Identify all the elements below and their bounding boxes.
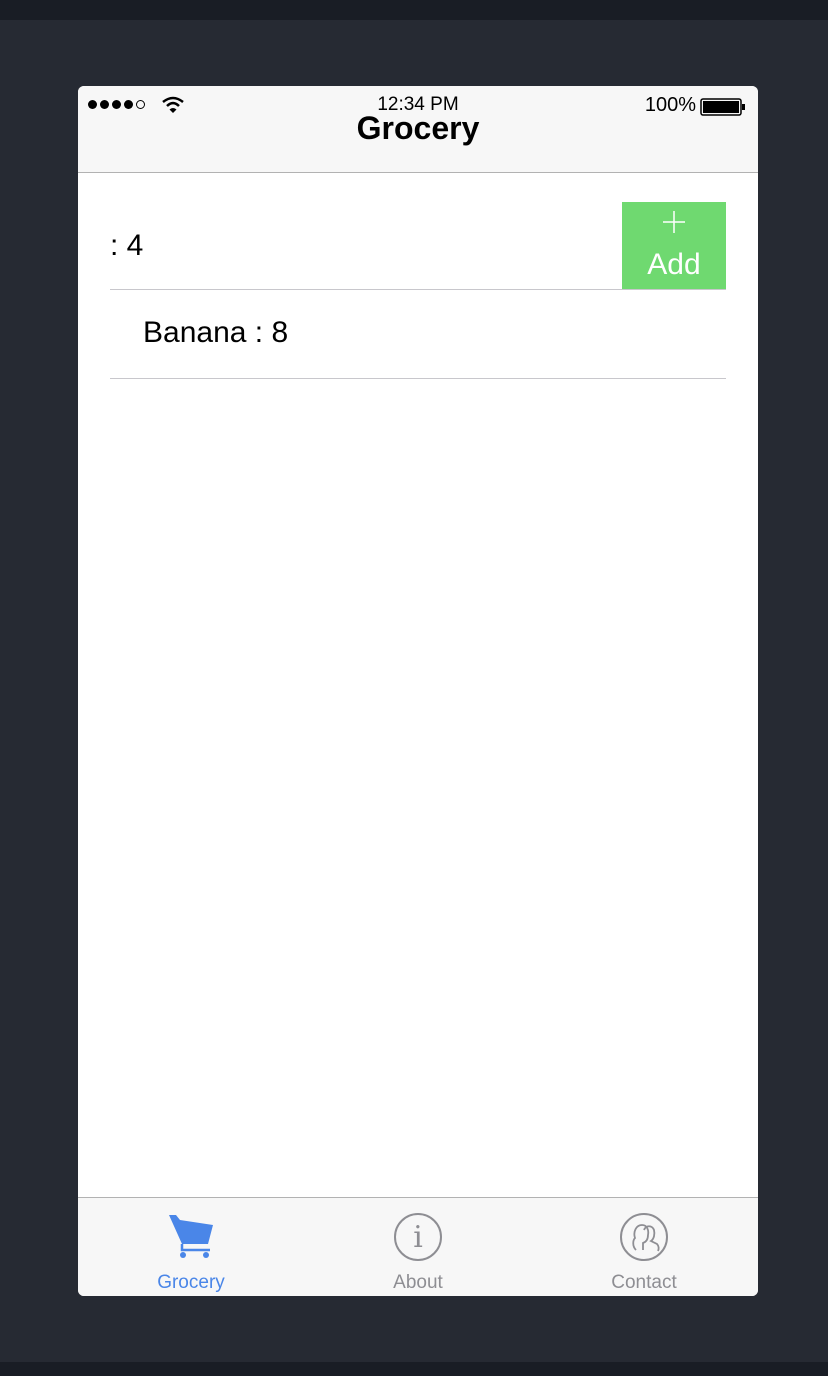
top-strip — [0, 0, 828, 20]
list-item-text: Banana : 8 — [143, 316, 289, 349]
list-item-text: : 4 — [110, 229, 144, 262]
tab-bar: Grocery i About Contact — [78, 1197, 758, 1296]
svg-text:i: i — [413, 1220, 423, 1255]
tab-label: Grocery — [157, 1272, 225, 1293]
plus-icon — [663, 211, 685, 233]
add-button[interactable]: Add — [622, 202, 726, 289]
tab-label: Contact — [611, 1272, 677, 1293]
phone-screen: 12:34 PM 100% Grocery : 4 Add Banana : 8 — [78, 86, 758, 1296]
tab-contact[interactable]: Contact — [531, 1198, 757, 1296]
add-button-label: Add — [647, 248, 701, 281]
tab-about[interactable]: i About — [305, 1198, 531, 1296]
tab-grocery[interactable]: Grocery — [78, 1198, 304, 1296]
contacts-icon — [620, 1213, 668, 1261]
info-icon: i — [394, 1213, 442, 1261]
list-item[interactable]: : 4 Add — [110, 202, 726, 290]
bottom-strip — [0, 1362, 828, 1376]
navigation-bar: 12:34 PM 100% Grocery — [78, 86, 758, 173]
page-title: Grocery — [356, 110, 480, 146]
cart-icon — [169, 1215, 213, 1258]
list-item[interactable]: Banana : 8 — [110, 290, 726, 379]
tab-label: About — [393, 1272, 443, 1293]
